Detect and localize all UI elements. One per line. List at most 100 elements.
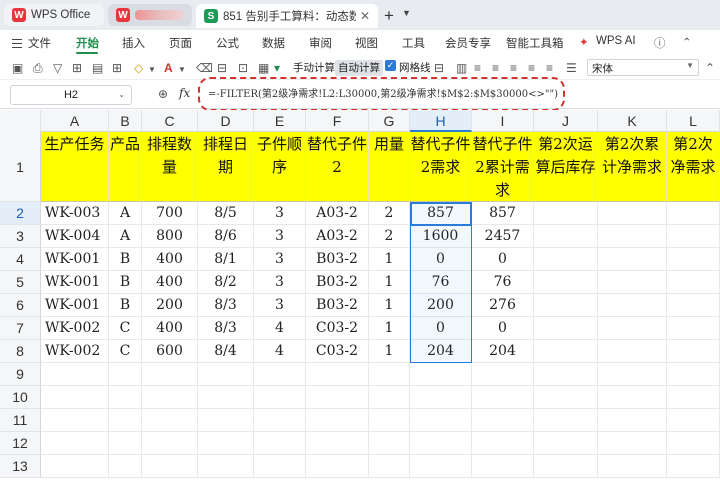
row-header-12[interactable]: 12 — [0, 432, 41, 455]
cell-d11[interactable] — [198, 409, 254, 432]
cell-g7[interactable]: 1 — [369, 317, 410, 340]
cell-k6[interactable] — [598, 294, 667, 317]
cell-b6[interactable]: B — [109, 294, 142, 317]
cell-d9[interactable] — [198, 363, 254, 386]
cell-l4[interactable] — [667, 248, 720, 271]
cell-c5[interactable]: 400 — [142, 271, 198, 294]
cell-l11[interactable] — [667, 409, 720, 432]
cell-b11[interactable] — [109, 409, 142, 432]
column-header-g[interactable]: G — [369, 110, 410, 132]
cell-e7[interactable]: 4 — [254, 317, 306, 340]
header-cell-b[interactable]: 产品 — [109, 132, 142, 202]
cell-d4[interactable]: 8/1 — [198, 248, 254, 271]
cell-i8[interactable]: 204 — [472, 340, 534, 363]
cell-l13[interactable] — [667, 455, 720, 478]
column-header-c[interactable]: C — [142, 110, 198, 132]
filter-icon[interactable]: ▽ — [53, 61, 62, 75]
border-icon[interactable]: ⊞ — [112, 61, 122, 75]
cell-b13[interactable] — [109, 455, 142, 478]
cell-l7[interactable] — [667, 317, 720, 340]
menu-data[interactable]: 数据 — [262, 35, 285, 51]
cell-f11[interactable] — [306, 409, 369, 432]
cell-k5[interactable] — [598, 271, 667, 294]
column-header-i[interactable]: I — [472, 110, 534, 132]
cell-d12[interactable] — [198, 432, 254, 455]
close-icon[interactable]: ✕ — [360, 9, 370, 23]
cell-j3[interactable] — [534, 225, 598, 248]
cell-e2[interactable]: 3 — [254, 202, 306, 225]
more-icon[interactable]: ⌃ — [705, 61, 715, 75]
cell-h10[interactable] — [410, 386, 472, 409]
header-cell-d[interactable]: 排程日期 — [198, 132, 254, 202]
cell-j5[interactable] — [534, 271, 598, 294]
column-header-e[interactable]: E — [254, 110, 306, 132]
cell-b9[interactable] — [109, 363, 142, 386]
cell-e4[interactable]: 3 — [254, 248, 306, 271]
cell-j11[interactable] — [534, 409, 598, 432]
cell-i3[interactable]: 2457 — [472, 225, 534, 248]
cell-f8[interactable]: C03-2 — [306, 340, 369, 363]
clear-format-icon[interactable]: ⌫ — [196, 61, 213, 75]
cell-d8[interactable]: 8/4 — [198, 340, 254, 363]
cell-g9[interactable] — [369, 363, 410, 386]
cell-l9[interactable] — [667, 363, 720, 386]
cell-i9[interactable] — [472, 363, 534, 386]
cell-d5[interactable]: 8/2 — [198, 271, 254, 294]
header-cell-k[interactable]: 第2次累计净需求 — [598, 132, 667, 202]
cell-f7[interactable]: C03-2 — [306, 317, 369, 340]
menu-view[interactable]: 视图 — [355, 35, 378, 51]
cell-h12[interactable] — [410, 432, 472, 455]
cell-f3[interactable]: A03-2 — [306, 225, 369, 248]
freeze-icon[interactable]: ⊞ — [72, 61, 82, 75]
cell-k10[interactable] — [598, 386, 667, 409]
cell-a5[interactable]: WK-001 — [41, 271, 109, 294]
cell-l5[interactable] — [667, 271, 720, 294]
cell-e5[interactable]: 3 — [254, 271, 306, 294]
print-icon[interactable]: ⎙ — [33, 61, 43, 75]
cell-k3[interactable] — [598, 225, 667, 248]
manual-calc-button[interactable]: 手动计算 — [290, 60, 338, 76]
chevron-down-icon[interactable]: ▼ — [402, 8, 411, 18]
cell-a10[interactable] — [41, 386, 109, 409]
row-header-7[interactable]: 7 — [0, 317, 41, 340]
cell-a8[interactable]: WK-002 — [41, 340, 109, 363]
column-header-h[interactable]: H — [410, 110, 472, 132]
cell-k12[interactable] — [598, 432, 667, 455]
cell-i12[interactable] — [472, 432, 534, 455]
cell-i13[interactable] — [472, 455, 534, 478]
tab-wps-office[interactable]: W WPS Office — [4, 4, 104, 26]
cell-d13[interactable] — [198, 455, 254, 478]
format-painter-icon[interactable]: ⊟ — [434, 61, 444, 75]
cell-b3[interactable]: A — [109, 225, 142, 248]
cell-h9[interactable] — [410, 363, 472, 386]
align-middle-icon[interactable]: ≡ — [492, 61, 499, 75]
save-icon[interactable]: ▣ — [12, 61, 23, 75]
cell-k2[interactable] — [598, 202, 667, 225]
column-header-a[interactable]: A — [41, 110, 109, 132]
column-header-l[interactable]: L — [667, 110, 720, 132]
cell-e10[interactable] — [254, 386, 306, 409]
cell-a6[interactable]: WK-001 — [41, 294, 109, 317]
header-cell-i[interactable]: 替代子件2累计需求 — [472, 132, 534, 202]
cell-b2[interactable]: A — [109, 202, 142, 225]
column-header-d[interactable]: D — [198, 110, 254, 132]
row-header-13[interactable]: 13 — [0, 455, 41, 478]
header-cell-f[interactable]: 替代子件2 — [306, 132, 369, 202]
tab-blurred[interactable]: W — [108, 4, 192, 26]
header-cell-j[interactable]: 第2次运算后库存 — [534, 132, 598, 202]
cell-l2[interactable] — [667, 202, 720, 225]
fill-color-icon[interactable]: ◇ — [134, 61, 143, 75]
justify-icon[interactable]: ☰ — [566, 61, 577, 75]
cell-i10[interactable] — [472, 386, 534, 409]
cell-j2[interactable] — [534, 202, 598, 225]
cell-j12[interactable] — [534, 432, 598, 455]
menu-formula[interactable]: 公式 — [216, 35, 239, 51]
menu-member[interactable]: 会员专享 — [445, 35, 491, 51]
cell-k8[interactable] — [598, 340, 667, 363]
align-top-icon[interactable]: ≡ — [474, 61, 481, 75]
conditional-icon[interactable]: ▥ — [456, 61, 467, 75]
cell-g10[interactable] — [369, 386, 410, 409]
menu-wps-ai[interactable]: WPS AI — [596, 35, 636, 47]
row-header-2[interactable]: 2 — [0, 202, 41, 225]
cell-e6[interactable]: 3 — [254, 294, 306, 317]
